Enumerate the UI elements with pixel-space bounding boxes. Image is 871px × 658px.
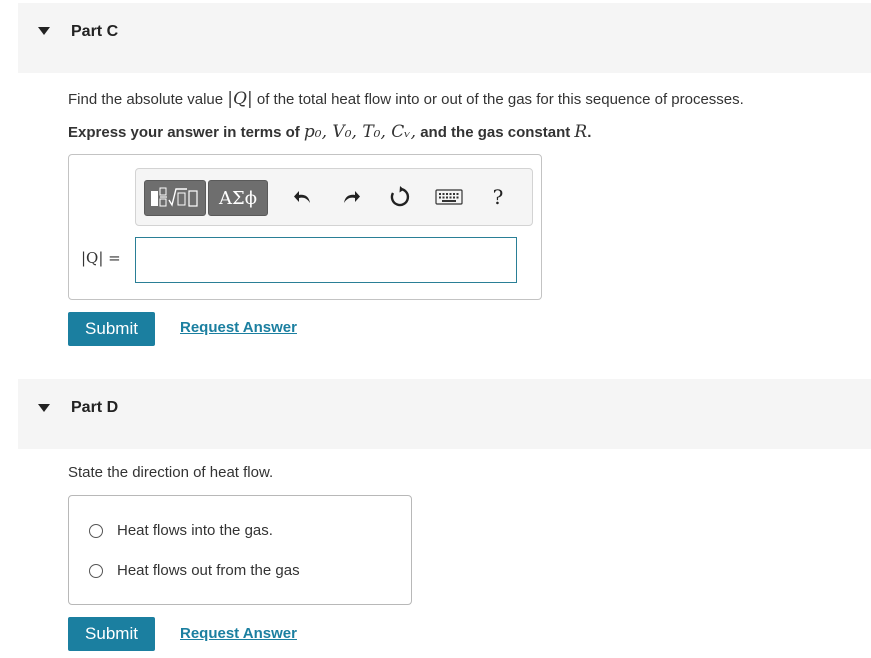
instruction-variables: p₀, V₀, T₀, Cᵥ, — [303, 122, 417, 142]
abs-q-math: |Q| — [227, 89, 253, 109]
part-c-title: Part C — [71, 23, 119, 40]
part-d-submit-button[interactable]: Submit — [68, 617, 155, 651]
choice-label: Heat flows out from the gas — [117, 562, 300, 579]
part-d-request-answer-link[interactable]: Request Answer — [180, 625, 297, 642]
choice-heat-out-of-gas[interactable]: Heat flows out from the gas — [89, 562, 300, 579]
greek-symbols-button[interactable]: ΑΣϕ — [208, 180, 268, 216]
reset-icon[interactable] — [388, 185, 412, 209]
part-d-header[interactable]: Part D — [18, 379, 871, 449]
redo-icon[interactable] — [339, 185, 363, 209]
choices-container: Heat flows into the gas. Heat flows out … — [68, 495, 412, 605]
math-toolbar: ΑΣϕ ? — [135, 168, 533, 226]
part-c-header[interactable]: Part C — [18, 3, 871, 73]
collapse-caret-icon[interactable] — [38, 404, 50, 412]
part-d-title: Part D — [71, 399, 119, 416]
keyboard-icon[interactable] — [434, 185, 464, 209]
part-c-question: Find the absolute value |Q| of the total… — [68, 89, 744, 109]
gas-constant-symbol: R — [574, 122, 588, 142]
part-d-question: State the direction of heat flow. — [68, 464, 274, 481]
choice-label: Heat flows into the gas. — [117, 522, 273, 539]
radio-button[interactable] — [89, 563, 103, 578]
part-c-submit-button[interactable]: Submit — [68, 312, 155, 346]
help-button[interactable]: ? — [486, 185, 510, 209]
fraction-sqrt-template-icon — [151, 187, 198, 207]
radio-button[interactable] — [89, 523, 103, 538]
part-c-request-answer-link[interactable]: Request Answer — [180, 319, 297, 336]
undo-icon[interactable] — [291, 185, 315, 209]
answer-label: |Q| = — [81, 249, 121, 267]
answer-container: ΑΣϕ ? |Q| = — [68, 154, 542, 300]
templates-button[interactable] — [144, 180, 206, 216]
choice-heat-into-gas[interactable]: Heat flows into the gas. — [89, 522, 273, 539]
answer-input[interactable] — [135, 237, 517, 283]
collapse-caret-icon[interactable] — [38, 27, 50, 35]
part-c-instruction: Express your answer in terms of p₀, V₀, … — [68, 122, 592, 142]
